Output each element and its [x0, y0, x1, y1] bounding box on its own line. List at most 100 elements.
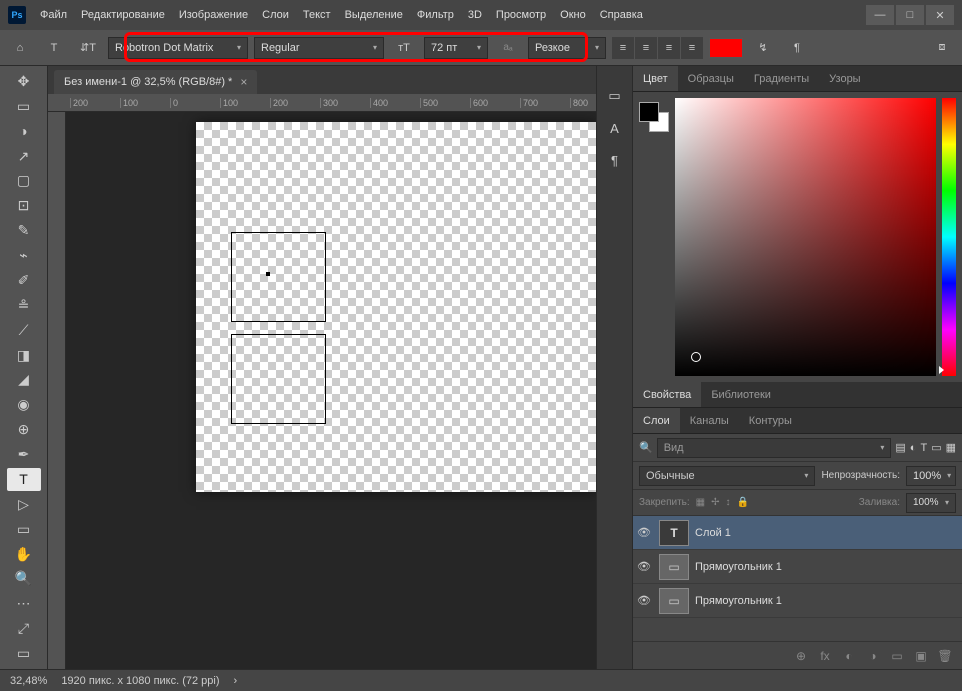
- opacity-input[interactable]: 100% ▾: [906, 466, 956, 486]
- gradient-tool-icon[interactable]: ◢: [7, 369, 41, 392]
- tab-channels[interactable]: Каналы: [680, 408, 739, 433]
- 3d-icon[interactable]: ⧈: [928, 35, 956, 61]
- align-center-button[interactable]: ≡: [635, 37, 657, 59]
- blur-tool-icon[interactable]: ◉: [7, 393, 41, 416]
- adjustment-layer-icon[interactable]: ◑: [864, 647, 882, 665]
- tool-preset-icon[interactable]: T: [40, 35, 68, 61]
- filter-adjust-icon[interactable]: ◐: [910, 442, 917, 454]
- close-icon[interactable]: ×: [240, 75, 247, 89]
- align-left-button[interactable]: ≡: [612, 37, 634, 59]
- menu-filter[interactable]: Фильтр: [417, 9, 454, 21]
- quickmask-icon[interactable]: ▭: [7, 642, 41, 665]
- path-select-icon[interactable]: ▷: [7, 493, 41, 516]
- eraser-tool-icon[interactable]: ◨: [7, 344, 41, 367]
- link-layers-icon[interactable]: ⊕: [792, 647, 810, 665]
- font-size-select[interactable]: 72 пт ▾: [424, 37, 488, 59]
- tab-patterns[interactable]: Узоры: [819, 66, 870, 91]
- swap-colors-icon[interactable]: ⤢: [7, 617, 41, 640]
- move-tool-icon[interactable]: ✥: [7, 70, 41, 93]
- hand-tool-icon[interactable]: ✋: [7, 543, 41, 566]
- tab-layers[interactable]: Слои: [633, 408, 680, 433]
- paragraph-panel-icon[interactable]: ¶: [603, 148, 627, 172]
- stamp-tool-icon[interactable]: ≗: [7, 294, 41, 317]
- menu-view[interactable]: Просмотр: [496, 9, 546, 21]
- layer-mask-icon[interactable]: ◐: [840, 647, 858, 665]
- filter-smart-icon[interactable]: ▦: [946, 441, 956, 454]
- tab-paths[interactable]: Контуры: [739, 408, 802, 433]
- foreground-swatch[interactable]: [639, 102, 659, 122]
- tab-swatches[interactable]: Образцы: [678, 66, 744, 91]
- lock-position-icon[interactable]: ✢: [711, 497, 719, 508]
- menu-file[interactable]: Файл: [40, 9, 67, 21]
- canvas[interactable]: [66, 112, 596, 669]
- fill-input[interactable]: 100% ▾: [906, 493, 956, 513]
- frame-tool-icon[interactable]: ⊡: [7, 194, 41, 217]
- marquee-tool-icon[interactable]: ▭: [7, 95, 41, 118]
- align-justify-button[interactable]: ≡: [681, 37, 703, 59]
- text-color-swatch[interactable]: [709, 38, 743, 58]
- group-icon[interactable]: ▭: [888, 647, 906, 665]
- align-right-button[interactable]: ≡: [658, 37, 680, 59]
- visibility-icon[interactable]: 👁: [637, 594, 653, 607]
- heal-tool-icon[interactable]: ⌁: [7, 244, 41, 267]
- lasso-tool-icon[interactable]: ◑: [7, 120, 41, 143]
- menu-image[interactable]: Изображение: [179, 9, 248, 21]
- home-icon[interactable]: ⌂: [6, 35, 34, 61]
- menu-help[interactable]: Справка: [600, 9, 643, 21]
- tab-color[interactable]: Цвет: [633, 66, 678, 91]
- shape-tool-icon[interactable]: ▭: [7, 518, 41, 541]
- chevron-right-icon[interactable]: ›: [234, 675, 238, 687]
- document-tab[interactable]: Без имени-1 @ 32,5% (RGB/8#) * ×: [54, 70, 257, 94]
- zoom-tool-icon[interactable]: 🔍: [7, 568, 41, 591]
- history-brush-icon[interactable]: ⟋: [7, 319, 41, 342]
- history-panel-icon[interactable]: ▭: [603, 84, 627, 108]
- font-style-select[interactable]: Regular ▾: [254, 37, 384, 59]
- fg-bg-swatches[interactable]: [639, 102, 669, 376]
- menu-layers[interactable]: Слои: [262, 9, 289, 21]
- crop-tool-icon[interactable]: ▢: [7, 170, 41, 193]
- filter-text-icon[interactable]: T: [920, 442, 927, 454]
- layer-row[interactable]: 👁 ▭ Прямоугольник 1: [633, 584, 962, 618]
- lock-pixels-icon[interactable]: ▦: [696, 497, 705, 508]
- menu-select[interactable]: Выделение: [345, 9, 403, 21]
- character-panel-icon[interactable]: ¶: [783, 35, 811, 61]
- close-button[interactable]: ✕: [926, 5, 954, 25]
- visibility-icon[interactable]: 👁: [637, 560, 653, 573]
- tab-properties[interactable]: Свойства: [633, 382, 701, 407]
- dodge-tool-icon[interactable]: ⊕: [7, 418, 41, 441]
- trash-icon[interactable]: 🗑: [936, 647, 954, 665]
- minimize-button[interactable]: —: [866, 5, 894, 25]
- menu-3d[interactable]: 3D: [468, 9, 482, 21]
- lock-all-icon[interactable]: 🔒: [737, 497, 749, 508]
- layer-filter-select[interactable]: Вид ▾: [657, 438, 892, 458]
- edit-toolbar-icon[interactable]: ⋯: [7, 592, 41, 615]
- filter-shape-icon[interactable]: ▭: [931, 441, 941, 454]
- blend-mode-select[interactable]: Обычные ▾: [639, 466, 815, 486]
- filter-image-icon[interactable]: ▤: [895, 441, 905, 454]
- eyedropper-tool-icon[interactable]: ✎: [7, 219, 41, 242]
- type-tool-icon[interactable]: T: [7, 468, 41, 491]
- pen-tool-icon[interactable]: ✒: [7, 443, 41, 466]
- menu-edit[interactable]: Редактирование: [81, 9, 165, 21]
- maximize-button[interactable]: □: [896, 5, 924, 25]
- new-layer-icon[interactable]: ▣: [912, 647, 930, 665]
- warp-text-icon[interactable]: ↯: [749, 35, 777, 61]
- hue-slider[interactable]: [942, 98, 956, 376]
- wand-tool-icon[interactable]: ↗: [7, 145, 41, 168]
- brush-tool-icon[interactable]: ✐: [7, 269, 41, 292]
- font-family-select[interactable]: Robotron Dot Matrix ▾: [108, 37, 248, 59]
- tab-gradients[interactable]: Градиенты: [744, 66, 819, 91]
- zoom-level[interactable]: 32,48%: [10, 675, 47, 687]
- tab-libraries[interactable]: Библиотеки: [701, 382, 781, 407]
- visibility-icon[interactable]: 👁: [637, 526, 653, 539]
- character-panel-icon[interactable]: A: [603, 116, 627, 140]
- layer-row[interactable]: 👁 T Слой 1: [633, 516, 962, 550]
- text-orientation-icon[interactable]: ⇵T: [74, 35, 102, 61]
- lock-nested-icon[interactable]: ↕: [726, 497, 731, 508]
- menu-text[interactable]: Текст: [303, 9, 331, 21]
- antialias-select[interactable]: Резкое ▾: [528, 37, 606, 59]
- color-field[interactable]: [675, 98, 936, 376]
- layer-fx-icon[interactable]: fx: [816, 647, 834, 665]
- menu-window[interactable]: Окно: [560, 9, 586, 21]
- layer-row[interactable]: 👁 ▭ Прямоугольник 1: [633, 550, 962, 584]
